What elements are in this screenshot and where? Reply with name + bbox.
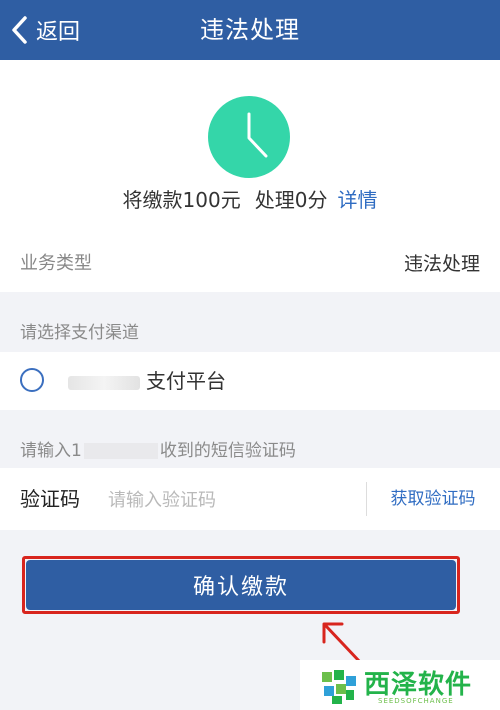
- brand-name: 西泽软件: [364, 670, 473, 700]
- payment-channel-heading: 请选择支付渠道: [20, 323, 139, 343]
- divider: [366, 482, 367, 516]
- clock-icon: [208, 96, 290, 178]
- details-link[interactable]: 详情: [337, 188, 377, 212]
- back-label: 返回: [36, 20, 81, 45]
- channel-radio[interactable]: [20, 368, 44, 392]
- sms-hint: 请输入1 收到的短信验证码: [20, 436, 296, 461]
- back-button[interactable]: 返回: [10, 0, 80, 60]
- payment-summary: 将缴款100元 处理0分 详情: [0, 60, 500, 236]
- channel-name: 支付平台: [68, 352, 226, 410]
- masked-phone: [83, 443, 158, 459]
- fine-amount: 将缴款100元: [122, 188, 241, 212]
- verification-code-row: 验证码 获取验证码: [0, 468, 500, 530]
- verification-code-input[interactable]: [106, 482, 350, 518]
- top-bar: 返回 违法处理: [0, 0, 500, 60]
- penalty-points: 处理0分: [254, 188, 328, 212]
- get-code-button[interactable]: 获取验证码: [378, 468, 488, 530]
- chevron-left-icon: [12, 16, 27, 44]
- sms-hint-suffix: 收到的短信验证码: [159, 441, 296, 461]
- watermark: 西泽软件 SEEDSOFCHANGE: [300, 660, 500, 710]
- verification-code-label: 验证码: [20, 487, 80, 511]
- fine-summary: 将缴款100元 处理0分 详情: [0, 184, 500, 213]
- business-type-label: 业务类型: [20, 253, 92, 274]
- sms-hint-prefix: 请输入1: [20, 441, 82, 461]
- payment-channel-option[interactable]: 支付平台: [0, 352, 500, 410]
- channel-label: 支付平台: [146, 369, 226, 393]
- business-type-row: 业务类型 违法处理: [0, 236, 500, 292]
- brand-logo-icon: [322, 670, 356, 704]
- confirm-payment-button[interactable]: 确认缴款: [26, 560, 456, 610]
- confirm-highlight-box: 确认缴款: [22, 556, 460, 614]
- business-type-value: 违法处理: [403, 253, 480, 275]
- brand-subtitle: SEEDSOFCHANGE: [378, 697, 454, 705]
- redacted-text: [68, 375, 140, 390]
